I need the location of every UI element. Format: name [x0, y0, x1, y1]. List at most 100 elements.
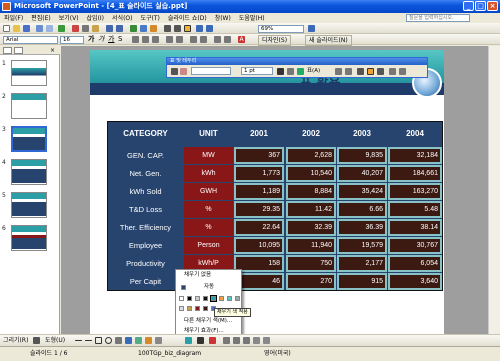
table-value-cell[interactable]: 915	[337, 273, 387, 290]
line-style-icon[interactable]	[223, 337, 230, 344]
insert-chart-icon[interactable]	[130, 25, 137, 32]
oval-icon[interactable]	[105, 337, 112, 344]
table-value-cell[interactable]: 19,579	[337, 237, 387, 254]
open-icon[interactable]	[13, 25, 20, 32]
shadow-icon[interactable]: S	[118, 36, 125, 43]
maximize-button[interactable]: □	[475, 1, 486, 11]
underline-icon[interactable]: 가	[108, 36, 115, 43]
table-header-cell[interactable]: 2002	[286, 122, 336, 146]
table-value-cell[interactable]: 2,177	[337, 255, 387, 272]
swatch-recent-4[interactable]	[203, 306, 208, 311]
3d-style-icon[interactable]	[263, 337, 270, 344]
table-unit-cell[interactable]: %	[184, 219, 233, 236]
drawbar-fill-color-icon[interactable]	[185, 337, 192, 344]
insert-table-icon[interactable]	[140, 25, 147, 32]
table-value-cell[interactable]: 35,424	[337, 183, 387, 200]
table-header-cell[interactable]: 2004	[388, 122, 442, 146]
swatch-dark[interactable]	[203, 296, 208, 301]
outline-tab[interactable]	[3, 47, 12, 54]
ruler-icon[interactable]	[206, 25, 213, 32]
undo-icon[interactable]	[106, 25, 113, 32]
table-value-cell[interactable]: 32.39	[286, 219, 336, 236]
bold-icon[interactable]: 가	[88, 36, 95, 43]
table-value-cell[interactable]: 184,661	[388, 165, 442, 182]
swatch-orange[interactable]	[219, 296, 224, 301]
cut-icon[interactable]	[72, 25, 79, 32]
swatch-slate[interactable]	[235, 296, 240, 301]
zoom-select[interactable]: 69%	[258, 25, 304, 33]
table-value-cell[interactable]: 750	[286, 255, 336, 272]
slide-thumbnail-4[interactable]	[11, 159, 47, 185]
arrow-icon[interactable]	[85, 340, 92, 341]
table-unit-cell[interactable]: Person	[184, 237, 233, 254]
table-header-cell[interactable]: 2001	[234, 122, 284, 146]
table-value-cell[interactable]: 270	[286, 273, 336, 290]
table-value-cell[interactable]: 32,184	[388, 147, 442, 164]
copy-icon[interactable]	[82, 25, 89, 32]
align-top-icon[interactable]	[357, 68, 364, 75]
data-table[interactable]: CATEGORY UNIT 2001 2002 2003 2004 GEN. CAP. MW 3…	[107, 121, 443, 291]
table-value-cell[interactable]: 38.14	[388, 219, 442, 236]
align-center-icon[interactable]	[142, 36, 149, 43]
minimize-button[interactable]: _	[463, 1, 474, 11]
draw-table-icon[interactable]	[171, 68, 178, 75]
split-cells-icon[interactable]	[345, 68, 352, 75]
table-header-cell[interactable]: 2003	[337, 122, 387, 146]
table-menu-button[interactable]: 표(A)	[307, 67, 320, 75]
drawbar-font-color-icon[interactable]	[209, 337, 216, 344]
table-value-cell[interactable]: 22.64	[234, 219, 284, 236]
grid-icon[interactable]	[174, 25, 181, 32]
color-grayscale-icon[interactable]	[184, 25, 191, 32]
rectangle-icon[interactable]	[95, 337, 102, 344]
slide-thumbnail-1[interactable]	[11, 60, 47, 86]
align-left-icon[interactable]	[132, 36, 139, 43]
insert-image-icon[interactable]	[155, 337, 162, 344]
help-search-input[interactable]: 질문을 입력하십시오.	[406, 14, 470, 22]
line-color-icon[interactable]	[197, 337, 204, 344]
table-value-cell[interactable]: 10,095	[234, 237, 284, 254]
more-colors-item[interactable]: 다른 채우기 색(M)...	[176, 317, 241, 326]
table-value-cell[interactable]: 1,189	[234, 183, 284, 200]
font-size-select[interactable]: 16	[60, 36, 84, 44]
save-icon[interactable]	[23, 25, 30, 32]
print-icon[interactable]	[36, 25, 43, 32]
table-header-cell[interactable]: CATEGORY	[108, 122, 183, 146]
swatch-recent-1[interactable]	[179, 306, 184, 311]
table-value-cell[interactable]: 3,640	[388, 273, 442, 290]
swatch-recent-3[interactable]	[195, 306, 200, 311]
table-value-cell[interactable]: 6,054	[388, 255, 442, 272]
decrease-font-icon[interactable]	[200, 36, 207, 43]
indent-icon[interactable]	[214, 36, 221, 43]
table-value-cell[interactable]: 1,773	[234, 165, 284, 182]
select-objects-icon[interactable]	[33, 337, 40, 344]
new-icon[interactable]	[3, 25, 10, 32]
table-value-cell[interactable]: 367	[234, 147, 284, 164]
align-middle-icon[interactable]	[367, 68, 374, 75]
clipart-icon[interactable]	[145, 337, 152, 344]
spelling-icon[interactable]	[58, 25, 65, 32]
slide-thumbnail-2[interactable]	[11, 93, 47, 119]
table-header-cell[interactable]: UNIT	[184, 122, 233, 146]
table-value-cell[interactable]: 9,835	[337, 147, 387, 164]
table-value-cell[interactable]: 5.48	[388, 201, 442, 218]
table-value-cell[interactable]: 29.35	[234, 201, 284, 218]
vertical-scrollbar[interactable]	[488, 46, 500, 334]
outside-borders-icon[interactable]	[287, 68, 294, 75]
swatch-gray[interactable]	[195, 296, 200, 301]
distribute-rows-icon[interactable]	[389, 68, 396, 75]
insert-picture-icon[interactable]	[150, 25, 157, 32]
table-unit-cell[interactable]: GWH	[184, 183, 233, 200]
fill-color-icon[interactable]	[297, 68, 304, 75]
slide-thumbnail-6[interactable]	[11, 225, 47, 251]
distribute-columns-icon[interactable]	[399, 68, 406, 75]
shadow-style-icon[interactable]	[253, 337, 260, 344]
eraser-icon[interactable]	[180, 68, 187, 75]
table-value-cell[interactable]: 10,540	[286, 165, 336, 182]
swatch-cyan[interactable]	[227, 296, 232, 301]
textbox-icon[interactable]	[115, 337, 122, 344]
align-bottom-icon[interactable]	[377, 68, 384, 75]
numbering-icon[interactable]	[166, 36, 173, 43]
expand-icon[interactable]	[196, 25, 203, 32]
close-pane-icon[interactable]: ×	[50, 47, 55, 54]
wordart-icon[interactable]	[125, 337, 132, 344]
